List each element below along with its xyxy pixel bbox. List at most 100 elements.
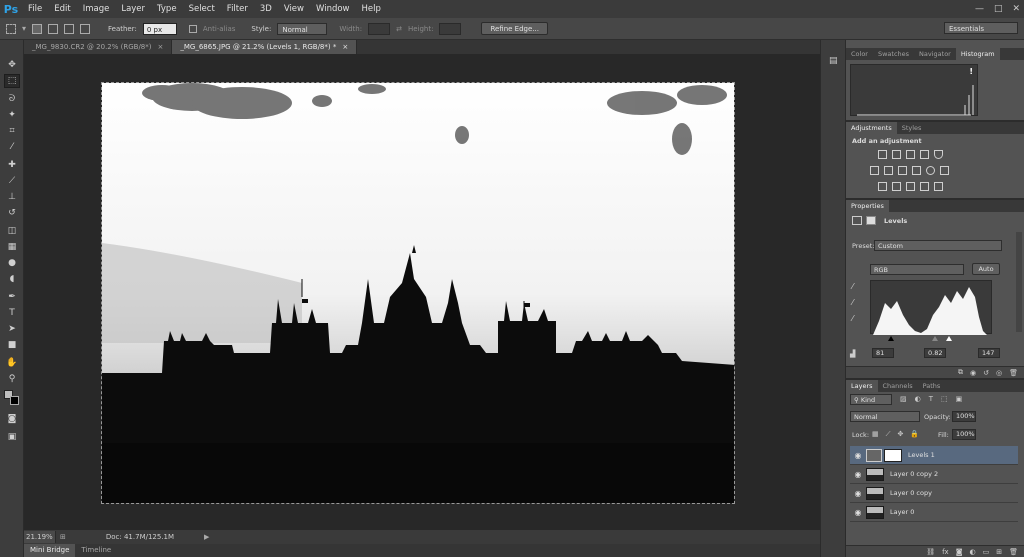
posterize-icon[interactable] — [892, 182, 901, 191]
blur-tool-icon[interactable]: ● — [4, 256, 20, 270]
channel-select[interactable]: RGB — [870, 264, 964, 275]
clip-to-layer-icon[interactable]: ⧉ — [958, 368, 963, 377]
workspace-select[interactable]: Essentials — [944, 22, 1018, 34]
type-tool-icon[interactable]: T — [4, 306, 20, 320]
width-input[interactable] — [368, 22, 391, 35]
preset-select[interactable]: Custom — [874, 240, 1002, 251]
tab-layers[interactable]: Layers — [846, 380, 878, 392]
invert-icon[interactable] — [878, 182, 887, 191]
history-brush-icon[interactable]: ↺ — [4, 206, 20, 220]
dodge-tool-icon[interactable]: ◖ — [4, 272, 20, 286]
lock-all-icon[interactable]: 🔒 — [910, 430, 919, 439]
add-mask-icon[interactable]: ◙ — [956, 548, 963, 556]
lasso-tool-icon[interactable]: ᘐ — [4, 92, 20, 106]
tab-swatches[interactable]: Swatches — [873, 48, 914, 60]
zoom-tool-icon[interactable]: ⚲ — [4, 372, 20, 386]
gray-point-eyedropper-icon[interactable]: ⁄ — [852, 298, 853, 307]
menu-file[interactable]: File — [22, 0, 48, 18]
type-filter-icon[interactable]: T — [929, 395, 933, 403]
menu-filter[interactable]: Filter — [221, 0, 254, 18]
quick-mask-icon[interactable]: ◙ — [4, 412, 20, 426]
status-menu-arrow-icon[interactable]: ▶ — [204, 533, 209, 541]
layer-row-levels-1[interactable]: ◉ Levels 1 — [850, 446, 1018, 465]
clipping-icon[interactable]: ▟ — [850, 350, 855, 358]
add-selection-icon[interactable] — [48, 23, 58, 34]
move-tool-icon[interactable]: ✥ — [4, 58, 20, 72]
curves-adjust-icon[interactable] — [906, 150, 915, 159]
layer-row-layer-0-copy-2[interactable]: ◉ Layer 0 copy 2 — [850, 465, 1018, 484]
selective-color-icon[interactable] — [920, 182, 929, 191]
input-white-field[interactable]: 147 — [978, 348, 1000, 358]
menu-3d[interactable]: 3D — [254, 0, 278, 18]
eyedropper-tool-icon[interactable]: ⁄ — [4, 140, 20, 154]
blend-mode-select[interactable]: Normal — [850, 411, 920, 422]
hand-tool-icon[interactable]: ✋ — [4, 356, 20, 370]
intersect-selection-icon[interactable] — [80, 23, 90, 34]
preset-dropdown-icon[interactable]: ▾ — [22, 24, 26, 33]
screen-mode-icon[interactable]: ▣ — [4, 430, 20, 444]
view-previous-icon[interactable]: ◉ — [970, 369, 976, 377]
delete-layer-icon[interactable]: 🗑 — [1009, 548, 1018, 556]
tab-histogram[interactable]: Histogram — [955, 48, 1000, 60]
photo-filter-icon[interactable] — [912, 166, 921, 175]
tab-mini-bridge[interactable]: Mini Bridge — [24, 544, 76, 557]
brightness-adjust-icon[interactable] — [878, 150, 887, 159]
input-black-field[interactable]: 81 — [872, 348, 894, 358]
shape-tool-icon[interactable]: ■ — [4, 338, 20, 352]
smart-object-filter-icon[interactable]: ▣ — [956, 395, 963, 403]
tab-adjustments[interactable]: Adjustments — [846, 122, 897, 134]
lock-position-icon[interactable]: ✥ — [898, 430, 904, 439]
menu-help[interactable]: Help — [356, 0, 387, 18]
close-tab-icon[interactable]: × — [342, 40, 348, 54]
status-icon[interactable]: ⊞ — [60, 533, 66, 541]
refine-edge-button[interactable]: Refine Edge... — [481, 22, 548, 35]
tab-styles[interactable]: Styles — [897, 122, 927, 134]
link-layers-icon[interactable]: ⛓ — [926, 548, 935, 556]
layer-style-icon[interactable]: fx — [942, 548, 949, 556]
levels-adjust-icon[interactable] — [892, 150, 901, 159]
channel-mixer-icon[interactable] — [926, 166, 935, 175]
close-tab-icon[interactable]: × — [158, 40, 164, 54]
subtract-selection-icon[interactable] — [64, 23, 74, 34]
minimize-button[interactable]: — — [975, 4, 984, 14]
tab-properties[interactable]: Properties — [846, 200, 889, 212]
eye-icon[interactable]: ◉ — [850, 451, 866, 460]
mask-icon[interactable] — [866, 216, 876, 225]
input-gamma-field[interactable]: 0.82 — [924, 348, 946, 358]
black-white-icon[interactable] — [898, 166, 907, 175]
black-input-slider[interactable] — [888, 336, 894, 341]
close-window-button[interactable]: ✕ — [1012, 4, 1020, 14]
path-selection-icon[interactable]: ➤ — [4, 322, 20, 336]
tab-color[interactable]: Color — [846, 48, 873, 60]
crop-tool-icon[interactable]: ⌗ — [4, 124, 20, 138]
feather-input[interactable]: 0 px — [142, 22, 177, 35]
menu-image[interactable]: Image — [77, 0, 116, 18]
properties-scrollbar[interactable] — [1016, 232, 1022, 332]
menu-layer[interactable]: Layer — [115, 0, 151, 18]
gradient-map-icon[interactable] — [934, 182, 943, 191]
healing-brush-icon[interactable]: ✚ — [4, 158, 20, 172]
marquee-preset-icon[interactable] — [6, 23, 16, 34]
swap-icon[interactable]: ⇄ — [396, 25, 402, 33]
eye-icon[interactable]: ◉ — [850, 470, 866, 479]
vibrance-adjust-icon[interactable] — [934, 150, 943, 159]
layer-filter-select[interactable]: ⚲ Kind — [850, 394, 892, 405]
brush-tool-icon[interactable]: ⟋ — [4, 174, 20, 188]
doc-tab-2[interactable]: _MG_6865.JPG @ 21.2% (Levels 1, RGB/8*) … — [172, 40, 358, 54]
adjustment-filter-icon[interactable]: ◐ — [915, 395, 921, 403]
layer-row-layer-0[interactable]: ◉ Layer 0 — [850, 503, 1018, 522]
clone-stamp-icon[interactable]: ⊥ — [4, 190, 20, 204]
shape-filter-icon[interactable]: ⬚ — [941, 395, 948, 403]
zoom-level-field[interactable]: 21.19% — [24, 531, 56, 543]
color-balance-icon[interactable] — [884, 166, 893, 175]
new-selection-icon[interactable] — [32, 23, 42, 34]
menu-select[interactable]: Select — [183, 0, 221, 18]
threshold-icon[interactable] — [906, 182, 915, 191]
white-point-eyedropper-icon[interactable]: ⁄ — [852, 314, 853, 323]
black-point-eyedropper-icon[interactable]: ⁄ — [852, 282, 853, 291]
gamma-input-slider[interactable] — [932, 336, 938, 341]
doc-tab-1[interactable]: _MG_9830.CR2 @ 20.2% (RGB/8*) × — [24, 40, 173, 54]
maximize-button[interactable]: □ — [994, 4, 1003, 14]
layer-row-layer-0-copy[interactable]: ◉ Layer 0 copy — [850, 484, 1018, 503]
antialias-checkbox[interactable] — [188, 24, 197, 33]
